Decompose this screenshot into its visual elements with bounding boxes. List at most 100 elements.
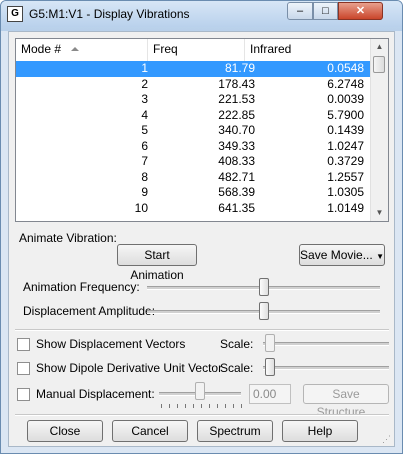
dialog-body: Mode # Freq Infrared 1 81.79 0.0548 2 178.43… bbox=[8, 31, 395, 447]
table-row[interactable]: 1 81.79 0.0548 bbox=[16, 61, 371, 77]
column-header-mode[interactable]: Mode # bbox=[16, 39, 148, 61]
list-scrollbar[interactable]: ▲ ▼ bbox=[370, 39, 388, 221]
slider-tick bbox=[177, 404, 178, 408]
dipole-scale-label: Scale: bbox=[220, 361, 254, 375]
close-button[interactable]: Close bbox=[27, 420, 103, 442]
manual-displacement-checkbox[interactable] bbox=[17, 388, 30, 401]
slider-tick bbox=[185, 404, 186, 408]
infrared-cell: 1.0149 bbox=[327, 200, 364, 215]
table-row[interactable]: 7 408.33 0.3729 bbox=[16, 154, 371, 170]
freq-cell: 568.39 bbox=[218, 185, 255, 199]
table-row[interactable]: 6 349.33 1.0247 bbox=[16, 139, 371, 155]
mode-cell: 3 bbox=[141, 92, 148, 106]
infrared-cell: 1.0305 bbox=[327, 185, 364, 199]
slider-tick bbox=[225, 404, 226, 408]
freq-cell: 340.70 bbox=[218, 123, 255, 137]
mode-cell: 4 bbox=[141, 107, 148, 122]
separator bbox=[15, 414, 389, 416]
manual-displacement-value-field[interactable]: 0.00 bbox=[249, 384, 291, 404]
column-header-label: Infrared bbox=[250, 42, 292, 56]
column-header-label: Mode # bbox=[21, 42, 62, 56]
scroll-up-icon[interactable]: ▲ bbox=[372, 39, 387, 55]
separator bbox=[15, 329, 389, 331]
dipole-scale-slider[interactable] bbox=[265, 358, 275, 376]
title-bar[interactable]: G G5:M1:V1 - Display Vibrations – □ ✕ bbox=[1, 1, 402, 27]
cancel-button[interactable]: Cancel bbox=[112, 420, 188, 442]
slider-tick bbox=[217, 404, 218, 408]
table-row[interactable]: 8 482.71 1.2557 bbox=[16, 170, 371, 186]
document-icon[interactable]: G bbox=[7, 6, 23, 22]
mode-cell: 7 bbox=[141, 154, 148, 168]
resize-grip-icon[interactable]: ⋰ bbox=[382, 434, 394, 446]
scroll-thumb[interactable] bbox=[373, 56, 385, 73]
window-title: G5:M1:V1 - Display Vibrations bbox=[29, 7, 190, 21]
mode-cell: 1 bbox=[141, 61, 148, 75]
infrared-cell: 0.1439 bbox=[327, 123, 364, 137]
table-row[interactable]: 3 221.53 0.0039 bbox=[16, 92, 371, 108]
save-movie-label: Save Movie... bbox=[300, 248, 373, 262]
freq-cell: 221.53 bbox=[218, 92, 255, 106]
slider-tick bbox=[209, 404, 210, 408]
manual-displacement-slider[interactable] bbox=[195, 382, 205, 400]
scroll-down-icon[interactable]: ▼ bbox=[372, 205, 387, 221]
slider-tick bbox=[169, 404, 170, 408]
save-movie-button[interactable]: Save Movie... ▼ bbox=[299, 244, 385, 266]
animation-frequency-label: Animation Frequency: bbox=[23, 280, 140, 294]
slider-tick bbox=[201, 404, 202, 408]
slider-tick bbox=[161, 404, 162, 408]
dropdown-arrow-icon: ▼ bbox=[376, 252, 384, 261]
dipole-scale-track[interactable] bbox=[263, 366, 389, 370]
table-row[interactable]: 4 222.85 5.7900 bbox=[16, 108, 371, 124]
animation-frequency-slider[interactable] bbox=[258, 278, 269, 296]
vectors-scale-slider[interactable] bbox=[265, 334, 275, 352]
close-icon[interactable]: ✕ bbox=[338, 2, 383, 20]
vibration-list[interactable]: Mode # Freq Infrared 1 81.79 0.0548 2 178.43… bbox=[15, 38, 389, 222]
sort-ascending-icon bbox=[71, 47, 79, 51]
slider-tick bbox=[233, 404, 234, 408]
column-header-infrared[interactable]: Infrared bbox=[245, 39, 371, 61]
slider-tick bbox=[241, 404, 242, 408]
displacement-amplitude-slider[interactable] bbox=[258, 302, 269, 320]
infrared-cell: 1.2557 bbox=[327, 169, 364, 184]
infrared-cell: 5.7900 bbox=[327, 107, 364, 122]
maximize-icon[interactable]: □ bbox=[313, 2, 338, 20]
infrared-cell: 0.0039 bbox=[327, 92, 364, 106]
help-button[interactable]: Help bbox=[282, 420, 358, 442]
list-header: Mode # Freq Infrared bbox=[16, 39, 371, 62]
table-row[interactable]: 5 340.70 0.1439 bbox=[16, 123, 371, 139]
show-dipole-derivative-checkbox[interactable] bbox=[17, 362, 30, 375]
mode-cell: 10 bbox=[134, 200, 148, 215]
column-header-label: Freq bbox=[153, 42, 178, 56]
displacement-amplitude-label: Displacement Amplitude: bbox=[23, 304, 156, 318]
freq-cell: 641.35 bbox=[218, 200, 255, 215]
freq-cell: 81.79 bbox=[224, 61, 255, 75]
spectrum-button[interactable]: Spectrum bbox=[197, 420, 273, 442]
infrared-cell: 0.0548 bbox=[327, 61, 364, 75]
freq-cell: 482.71 bbox=[218, 169, 255, 184]
slider-tick bbox=[193, 404, 194, 408]
freq-cell: 222.85 bbox=[218, 107, 255, 122]
mode-cell: 9 bbox=[141, 185, 148, 199]
minimize-icon[interactable]: – bbox=[287, 2, 313, 20]
mode-cell: 8 bbox=[141, 169, 148, 184]
table-row[interactable]: 10 641.35 1.0149 bbox=[16, 201, 371, 217]
infrared-cell: 6.2748 bbox=[327, 76, 364, 91]
table-row[interactable]: 2 178.43 6.2748 bbox=[16, 77, 371, 93]
manual-displacement-label: Manual Displacement: bbox=[36, 387, 155, 401]
vectors-scale-track[interactable] bbox=[263, 342, 389, 346]
start-animation-button[interactable]: Start Animation bbox=[117, 244, 197, 282]
animate-vibration-label: Animate Vibration: bbox=[19, 231, 117, 245]
show-displacement-vectors-checkbox[interactable] bbox=[17, 338, 30, 351]
infrared-cell: 0.3729 bbox=[327, 154, 364, 168]
list-rows: 1 81.79 0.0548 2 178.43 6.2748 3 221.53 0.0039 4 2… bbox=[16, 61, 371, 216]
freq-cell: 349.33 bbox=[218, 138, 255, 153]
mode-cell: 6 bbox=[141, 138, 148, 153]
freq-cell: 408.33 bbox=[218, 154, 255, 168]
infrared-cell: 1.0247 bbox=[327, 138, 364, 153]
save-structure-button[interactable]: Save Structure... bbox=[303, 384, 389, 419]
column-header-freq[interactable]: Freq bbox=[148, 39, 245, 61]
table-row[interactable]: 9 568.39 1.0305 bbox=[16, 185, 371, 201]
freq-cell: 178.43 bbox=[218, 76, 255, 91]
vectors-scale-label: Scale: bbox=[220, 337, 254, 351]
show-dipole-derivative-label: Show Dipole Derivative Unit Vector bbox=[36, 361, 223, 375]
